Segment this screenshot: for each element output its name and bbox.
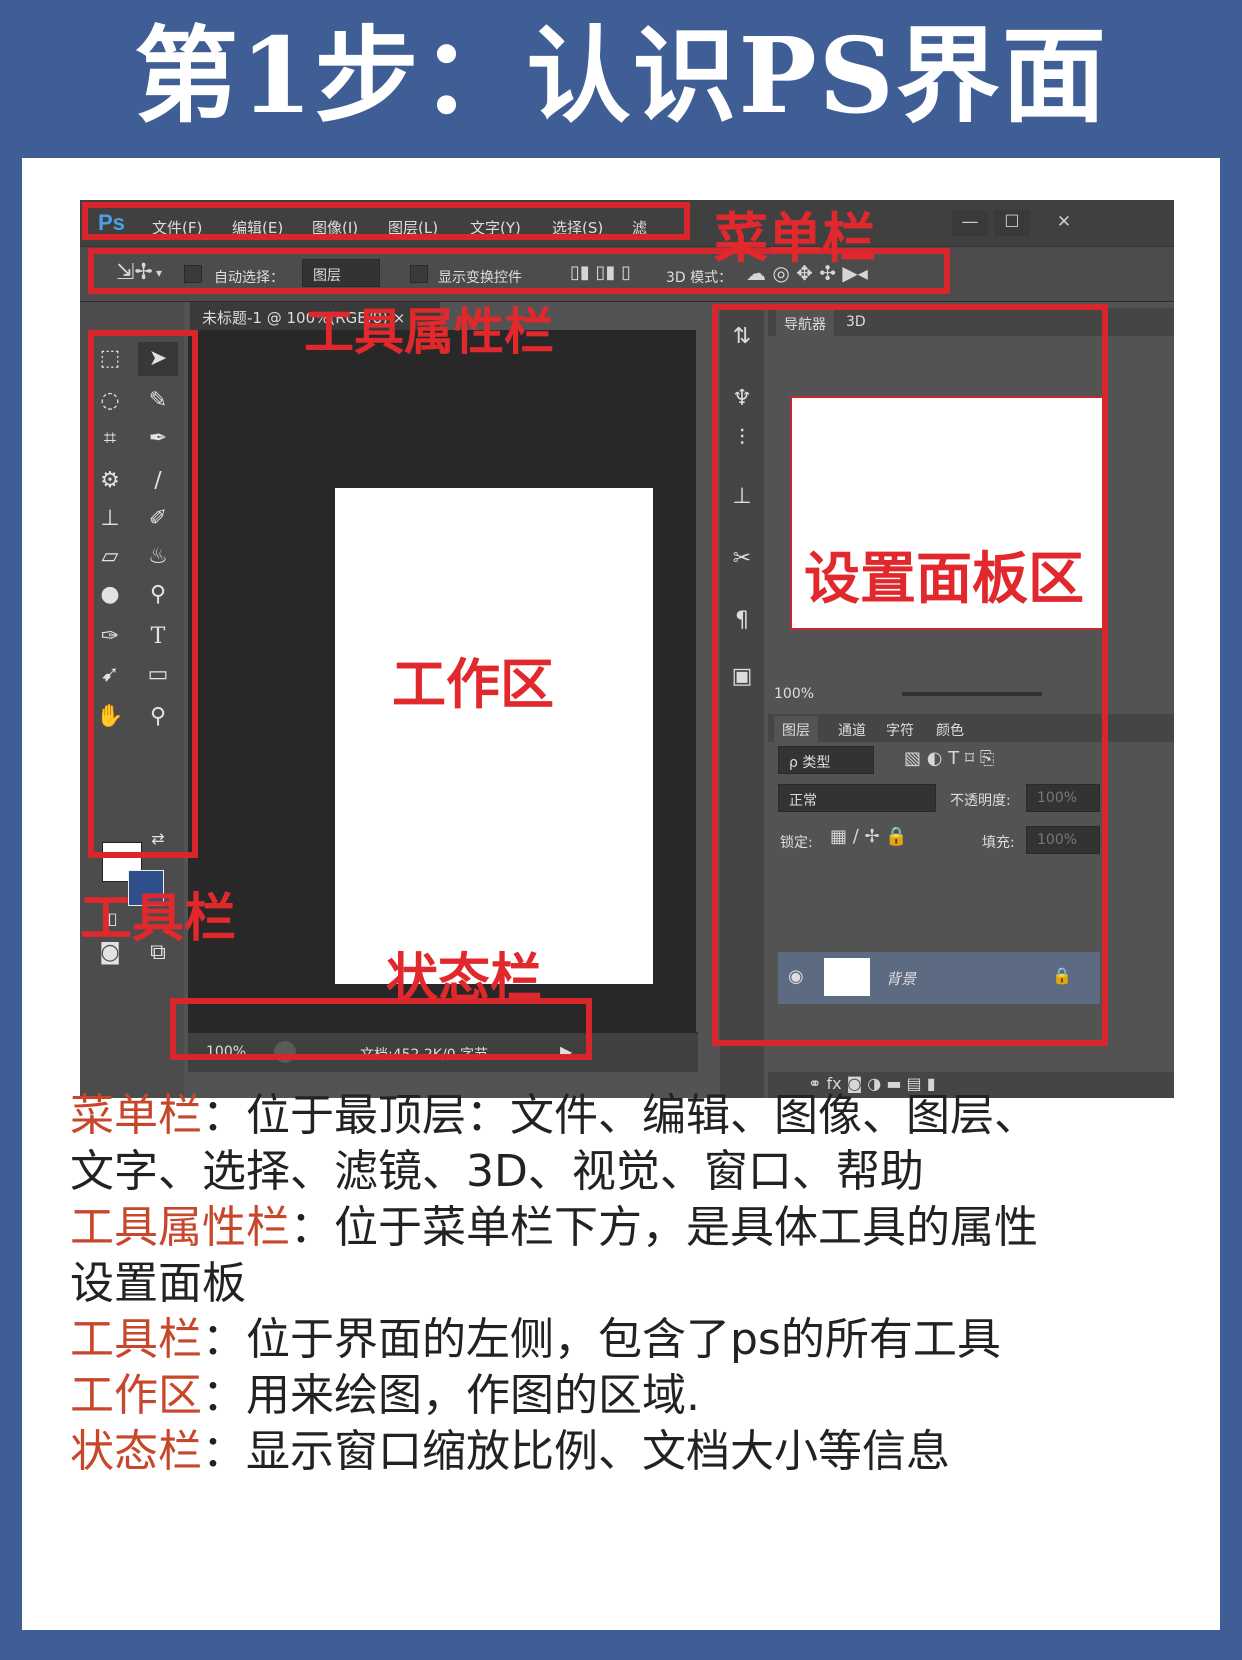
description: 菜单栏：位于最顶层：文件、编辑、图像、图层、 文字、选择、滤镜、3D、视觉、窗口… (70, 1088, 1190, 1480)
desc-text: ：位于界面的左侧，包含了ps的所有工具 (202, 1314, 1001, 1365)
desc-line: 工具栏：位于界面的左侧，包含了ps的所有工具 (70, 1312, 1190, 1368)
status-label: 状态栏 (386, 949, 543, 1009)
maximize-button[interactable]: ☐ (994, 210, 1030, 236)
desc-line: 菜单栏：位于最顶层：文件、编辑、图像、图层、 (70, 1088, 1190, 1144)
desc-line: 设置面板 (70, 1256, 1190, 1312)
desc-line: 状态栏：显示窗口缩放比例、文档大小等信息 (70, 1424, 1190, 1480)
desc-key: 工具属性栏 (70, 1202, 290, 1253)
desc-text: ：位于菜单栏下方，是具体工具的属性 (290, 1202, 1038, 1253)
desc-line: 工作区：用来绘图，作图的区域. (70, 1368, 1190, 1424)
desc-text: 设置面板 (70, 1258, 246, 1309)
panel-highlight (712, 304, 1108, 1046)
content-card: Ps 文件(F) 编辑(E) 图像(I) 图层(L) 文字(Y) 选择(S) 滤… (22, 158, 1220, 1630)
menubar-label: 菜单栏 (714, 207, 876, 270)
menubar-highlight (82, 202, 690, 240)
toolbar-highlight (88, 330, 198, 858)
options-label: 工具属性栏 (304, 303, 554, 361)
minimize-button[interactable]: — (952, 210, 988, 236)
desc-text: ：用来绘图，作图的区域. (202, 1370, 700, 1421)
desc-key: 状态栏 (70, 1426, 202, 1477)
workspace-label: 工作区 (392, 653, 554, 716)
desc-text: 文字、选择、滤镜、3D、视觉、窗口、帮助 (70, 1146, 924, 1197)
photoshop-screenshot: Ps 文件(F) 编辑(E) 图像(I) 图层(L) 文字(Y) 选择(S) 滤… (80, 200, 1174, 1098)
desc-key: 工作区 (70, 1370, 202, 1421)
desc-line: 文字、选择、滤镜、3D、视觉、窗口、帮助 (70, 1144, 1190, 1200)
desc-key: 菜单栏 (70, 1090, 202, 1141)
page-title: 第1步：认识PS界面 (134, 14, 1108, 137)
desc-key: 工具栏 (70, 1314, 202, 1365)
document-canvas[interactable] (335, 488, 653, 984)
close-button[interactable]: ✕ (1046, 210, 1082, 236)
toolbar-label: 工具栏 (80, 889, 237, 949)
desc-line: 工具属性栏：位于菜单栏下方，是具体工具的属性 (70, 1200, 1190, 1256)
desc-text: ：位于最顶层：文件、编辑、图像、图层、 (202, 1090, 1038, 1141)
desc-text: ：显示窗口缩放比例、文档大小等信息 (202, 1426, 950, 1477)
panel-label: 设置面板区 (804, 547, 1084, 612)
